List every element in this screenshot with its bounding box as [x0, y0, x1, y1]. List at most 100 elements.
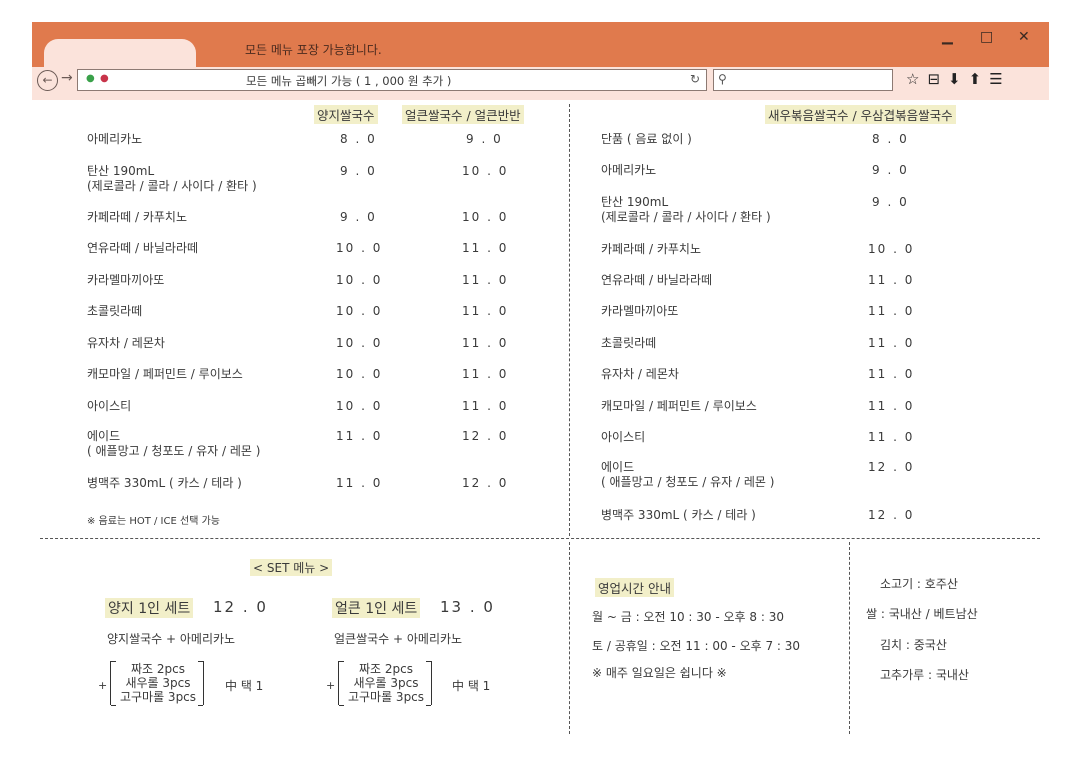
set-2-choice: 새우롤 3pcs	[353, 676, 419, 690]
menu-item-name: 아메리카노	[87, 132, 143, 146]
price-eolkeun: 12 . 0	[462, 476, 509, 490]
reload-icon[interactable]: ↻	[690, 72, 700, 86]
set-1-desc: 양지쌀국수 + 아메리카노	[107, 632, 236, 646]
price: 9 . 0	[872, 163, 909, 177]
price-eolkeun: 11 . 0	[462, 241, 509, 255]
left-header-eolkeun: 얼큰쌀국수 / 얼큰반반	[402, 105, 524, 124]
origin-kimchi: 김치 : 중국산	[880, 638, 947, 652]
menu-item-name: 병맥주 330mL ( 카스 / 테라 )	[601, 508, 756, 522]
set-1-choice: 짜조 2pcs	[131, 662, 185, 676]
secure-icon: ●	[100, 73, 109, 84]
menu-item-name: 단품 ( 음료 없이 )	[601, 132, 692, 146]
set-2-pick: 中 택 1	[452, 679, 491, 693]
set-2-plus: +	[326, 679, 336, 692]
origin-beef: 소고기 : 호주산	[880, 577, 958, 591]
menu-icon[interactable]: ☰	[989, 70, 1010, 88]
menu-item-name: 카라멜마끼아또	[87, 273, 165, 287]
toolbar-icons: ☆⊟⬇⬆☰	[906, 70, 1011, 88]
price: 11 . 0	[868, 367, 915, 381]
menu-item-name: 아이스티	[601, 430, 646, 444]
hours-weekday: 월 ~ 금 : 오전 10 : 30 - 오후 8 : 30	[592, 610, 784, 624]
set-2-choice: 짜조 2pcs	[359, 662, 413, 676]
price-eolkeun: 10 . 0	[462, 210, 509, 224]
set-menu-title: < SET 메뉴 >	[250, 559, 333, 576]
menu-item-name: 탄산 190mL	[601, 195, 669, 209]
price-eolkeun: 11 . 0	[462, 399, 509, 413]
price-yangji: 10 . 0	[336, 399, 383, 413]
menu-item-name: 유자차 / 레몬차	[601, 367, 679, 381]
price: 12 . 0	[868, 508, 915, 522]
forward-arrow-icon[interactable]: →	[61, 70, 73, 86]
price-eolkeun: 11 . 0	[462, 336, 509, 350]
menu-item-name: 아이스티	[87, 399, 132, 413]
price: 11 . 0	[868, 304, 915, 318]
download-icon[interactable]: ⬇	[948, 70, 969, 88]
origin-rice: 쌀 : 국내산 / 베트남산	[866, 607, 978, 621]
menu-item-name: 캐모마일 / 페퍼민트 / 루이보스	[601, 399, 757, 413]
price: 10 . 0	[868, 242, 915, 256]
menu-item-name: 캐모마일 / 페퍼민트 / 루이보스	[87, 367, 243, 381]
minimize-icon[interactable]: ▁	[942, 29, 953, 45]
price-yangji: 10 . 0	[336, 273, 383, 287]
horizontal-divider	[40, 538, 1040, 539]
price: 11 . 0	[868, 336, 915, 350]
menu-item-name: 카페라떼 / 카푸치노	[601, 242, 701, 256]
menu-item-name: 카페라떼 / 카푸치노	[87, 210, 187, 224]
price: 8 . 0	[872, 132, 909, 146]
star-icon[interactable]: ☆	[906, 70, 927, 88]
price-yangji: 10 . 0	[336, 304, 383, 318]
menu-item-sub: ( 애플망고 / 청포도 / 유자 / 레몬 )	[87, 444, 261, 458]
set-2-price: 13 . 0	[440, 598, 495, 616]
menu-item-name: 연유라떼 / 바닐라라떼	[87, 241, 199, 255]
search-input[interactable]: ⚲	[713, 69, 893, 91]
price-eolkeun: 11 . 0	[462, 304, 509, 318]
price-eolkeun: 10 . 0	[462, 164, 509, 178]
price-yangji: 10 . 0	[336, 241, 383, 255]
hours-title: 영업시간 안내	[595, 578, 674, 597]
set-2-name: 얼큰 1인 세트	[332, 598, 421, 618]
browser-tab[interactable]	[44, 39, 196, 67]
hours-weekend: 토 / 공휴일 : 오전 11 : 00 - 오후 7 : 30	[592, 639, 801, 653]
price-eolkeun: 11 . 0	[462, 367, 509, 381]
back-arrow-icon[interactable]: ←	[37, 70, 58, 91]
set-2-choice-box: 짜조 2pcs 새우롤 3pcs 고구마롤 3pcs	[338, 661, 432, 706]
menu-item-name: 아메리카노	[601, 163, 657, 177]
set-1-choice: 새우롤 3pcs	[125, 676, 191, 690]
url-text: 모든 메뉴 곱빼기 가능 ( 1 , 000 원 추가 )	[246, 74, 452, 88]
lock-icon: ●	[86, 73, 95, 84]
vertical-divider-top	[569, 104, 570, 536]
price-yangji: 9 . 0	[340, 164, 377, 178]
menu-item-name: 연유라떼 / 바닐라라떼	[601, 273, 713, 287]
vertical-divider-bottom-right	[849, 542, 850, 734]
url-bar[interactable]: ● ● 모든 메뉴 곱빼기 가능 ( 1 , 000 원 추가 ) ↻	[77, 69, 707, 91]
set-1-choice-box: 짜조 2pcs 새우롤 3pcs 고구마롤 3pcs	[110, 661, 204, 706]
price-eolkeun: 9 . 0	[466, 132, 503, 146]
price: 12 . 0	[868, 460, 915, 474]
price: 11 . 0	[868, 430, 915, 444]
home-icon[interactable]: ⬆	[969, 70, 990, 88]
set-1-price: 12 . 0	[213, 598, 268, 616]
right-header: 새우볶음쌀국수 / 우삼겹볶음쌀국수	[765, 105, 956, 124]
window-title: 모든 메뉴 포장 가능합니다.	[245, 43, 382, 57]
bookmarks-icon[interactable]: ⊟	[927, 70, 948, 88]
drink-note: ※ 음료는 HOT / ICE 선택 가능	[87, 516, 220, 527]
menu-item-name: 병맥주 330mL ( 카스 / 테라 )	[87, 476, 242, 490]
menu-item-name: 에이드	[601, 460, 635, 474]
title-bar: 모든 메뉴 포장 가능합니다. ▁ □ ✕	[32, 22, 1049, 67]
price-yangji: 11 . 0	[336, 429, 383, 443]
menu-item-sub: (제로콜라 / 콜라 / 사이다 / 환타 )	[87, 179, 257, 193]
set-2-desc: 얼큰쌀국수 + 아메리카노	[334, 632, 463, 646]
set-1-choice: 고구마롤 3pcs	[119, 690, 197, 704]
price-yangji: 8 . 0	[340, 132, 377, 146]
close-icon[interactable]: ✕	[1018, 29, 1030, 45]
price-yangji: 10 . 0	[336, 367, 383, 381]
set-1-plus: +	[98, 679, 108, 692]
menu-item-name: 에이드	[87, 429, 121, 443]
price-yangji: 9 . 0	[340, 210, 377, 224]
set-1-pick: 中 택 1	[225, 679, 264, 693]
menu-item-name: 탄산 190mL	[87, 164, 155, 178]
maximize-icon[interactable]: □	[980, 29, 993, 45]
menu-item-sub: (제로콜라 / 콜라 / 사이다 / 환타 )	[601, 210, 771, 224]
menu-item-name: 유자차 / 레몬차	[87, 336, 165, 350]
menu-item-name: 초콜릿라떼	[87, 304, 143, 318]
